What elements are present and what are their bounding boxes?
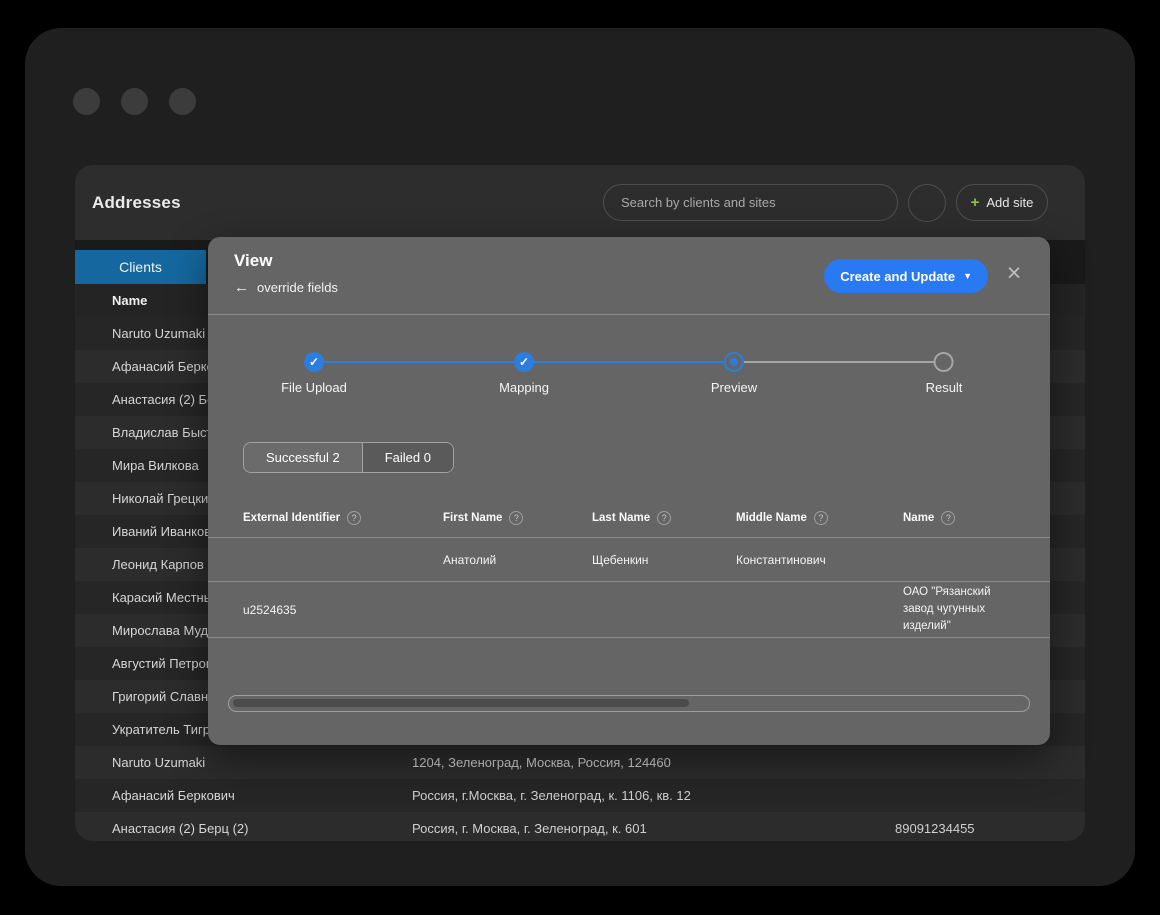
help-icon[interactable]: ?: [509, 511, 523, 525]
address-cell: Россия, г.Москва, г. Зеленоград, к. 1106…: [410, 788, 895, 803]
back-arrow-icon: ←: [234, 279, 249, 296]
add-site-label: Add site: [986, 195, 1033, 210]
help-icon[interactable]: ?: [657, 511, 671, 525]
window-dot-icon[interactable]: [169, 88, 196, 115]
create-and-update-button[interactable]: Create and Update ▼: [824, 259, 988, 293]
app-header: Addresses Search by clients and sites + …: [75, 165, 1085, 240]
address-cell: Россия, г. Москва, г. Зеленоград, к. 601: [410, 821, 895, 836]
window-dot-icon[interactable]: [121, 88, 148, 115]
preview-row[interactable]: Анатолий Щебенкин Константинович: [208, 537, 1050, 582]
preview-table-header: External Identifier? First Name? Last Na…: [208, 499, 1050, 537]
tab-successful[interactable]: Successful 2: [244, 443, 362, 472]
preview-table: External Identifier? First Name? Last Na…: [208, 499, 1050, 638]
help-icon[interactable]: ?: [347, 511, 361, 525]
step-connector: [744, 361, 934, 363]
search-input[interactable]: Search by clients and sites: [603, 184, 898, 221]
modal-title: View: [234, 251, 272, 271]
back-link[interactable]: ← override fields: [234, 279, 338, 296]
check-icon: ✓: [514, 352, 534, 372]
screen-background: Addresses Search by clients and sites + …: [25, 28, 1135, 886]
import-preview-modal: View ← override fields Create and Update…: [208, 237, 1050, 745]
step-preview: Preview: [711, 352, 757, 395]
filter-circle-button[interactable]: [908, 184, 946, 222]
close-icon[interactable]: ×: [1000, 259, 1028, 287]
table-row[interactable]: Анастасия (2) Берц (2) Россия, г. Москва…: [75, 812, 1085, 841]
search-placeholder: Search by clients and sites: [621, 195, 776, 210]
current-step-icon: [724, 352, 744, 372]
plus-icon: +: [971, 194, 980, 211]
tab-failed[interactable]: Failed 0: [362, 443, 453, 472]
step-file-upload: ✓ File Upload: [281, 352, 347, 395]
page-title: Addresses: [92, 193, 181, 213]
address-cell: 1204, Зеленоград, Москва, Россия, 124460: [410, 755, 895, 770]
check-icon: ✓: [304, 352, 324, 372]
stepper: ✓ File Upload ✓ Mapping Preview Result: [208, 315, 1050, 405]
table-row[interactable]: Афанасий Беркович Россия, г.Москва, г. З…: [75, 779, 1085, 812]
window-dot-icon[interactable]: [73, 88, 100, 115]
upcoming-step-icon: [934, 352, 954, 372]
window-controls: [73, 88, 196, 115]
step-mapping: ✓ Mapping: [499, 352, 549, 395]
result-tabs: Successful 2 Failed 0: [243, 442, 454, 473]
help-icon[interactable]: ?: [814, 511, 828, 525]
table-row[interactable]: Naruto Uzumaki 1204, Зеленоград, Москва,…: [75, 746, 1085, 779]
horizontal-scrollbar[interactable]: [228, 695, 1030, 712]
phone-cell: 89091234455: [895, 821, 1085, 836]
step-result: Result: [926, 352, 963, 395]
modal-header: View ← override fields Create and Update…: [208, 237, 1050, 315]
preview-row[interactable]: u2524635 ОАО "Рязанский завод чугунных и…: [208, 582, 1050, 638]
add-site-button[interactable]: + Add site: [956, 184, 1048, 221]
chevron-down-icon: ▼: [963, 271, 972, 281]
tab-clients[interactable]: Clients: [75, 250, 206, 284]
scrollbar-thumb[interactable]: [233, 699, 689, 707]
step-connector: [534, 361, 724, 363]
back-label: override fields: [257, 280, 338, 295]
help-icon[interactable]: ?: [941, 511, 955, 525]
step-connector: [324, 361, 514, 363]
